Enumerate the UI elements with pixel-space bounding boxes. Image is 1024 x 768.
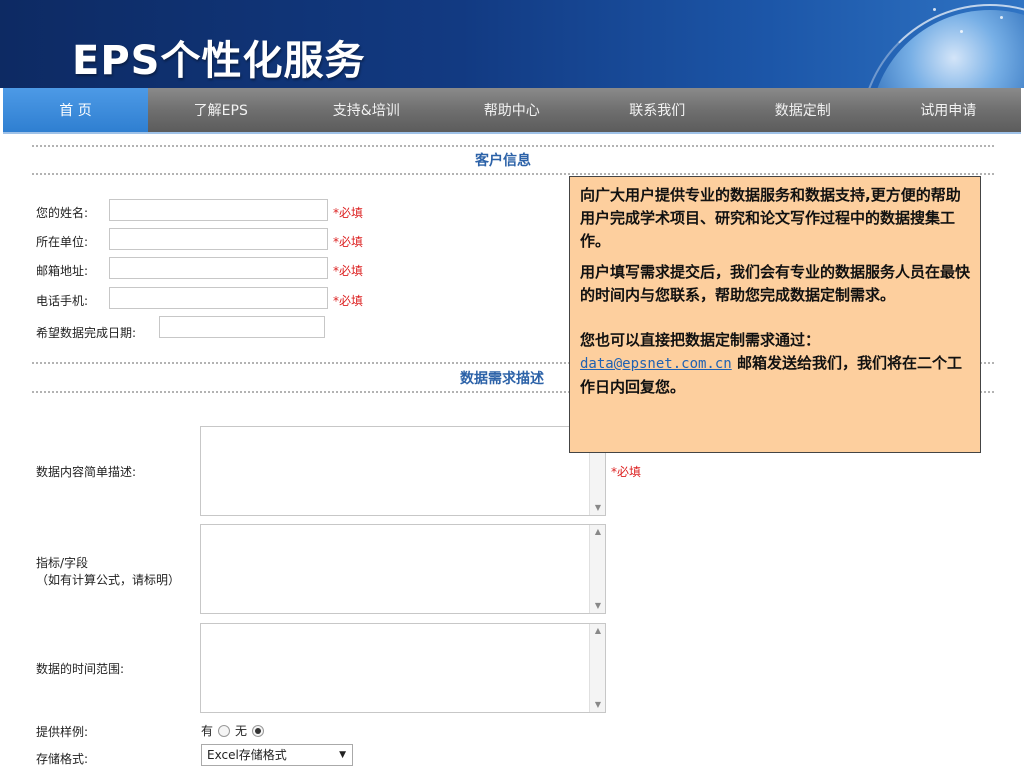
scroll-up-icon[interactable]: ▲ — [590, 525, 606, 539]
name-input[interactable] — [109, 199, 328, 221]
due-date-label: 希望数据完成日期: — [36, 326, 137, 340]
nav-item-help[interactable]: 帮助中心 — [439, 88, 585, 132]
info-paragraph: 您也可以直接把数据定制需求通过： data@epsnet.com.cn 邮箱发送… — [580, 329, 970, 399]
nav-item-about[interactable]: 了解EPS — [148, 88, 294, 132]
required-mark: *必填 — [333, 294, 364, 308]
nav-item-support[interactable]: 支持&培训 — [294, 88, 440, 132]
scroll-up-icon[interactable]: ▲ — [590, 624, 606, 638]
nav-item-custom-data[interactable]: 数据定制 — [730, 88, 876, 132]
required-mark: *必填 — [333, 206, 364, 220]
section-divider — [32, 145, 994, 147]
info-paragraph: 向广大用户提供专业的数据服务和数据支持,更方便的帮助用户完成学术项目、研究和论文… — [580, 186, 961, 250]
info-box: 向广大用户提供专业的数据服务和数据支持,更方便的帮助用户完成学术项目、研究和论文… — [569, 176, 981, 453]
star-decoration — [933, 8, 936, 11]
email-link[interactable]: data@epsnet.com.cn — [580, 356, 732, 372]
chevron-down-icon: ▼ — [339, 750, 346, 760]
storage-format-value: Excel存储格式 — [207, 748, 287, 762]
required-mark: *必填 — [333, 264, 364, 278]
header-banner: EPS个性化服务 — [0, 0, 1024, 88]
nav-item-home[interactable]: 首 页 — [3, 88, 148, 132]
time-range-label: 数据的时间范围: — [36, 662, 125, 676]
nav-item-trial[interactable]: 试用申请 — [876, 88, 1022, 132]
content-textarea[interactable]: ▲ ▼ — [200, 426, 606, 516]
phone-input[interactable] — [109, 287, 328, 309]
main-nav: 首 页 了解EPS 支持&培训 帮助中心 联系我们 数据定制 试用申请 — [3, 88, 1021, 134]
scroll-down-icon[interactable]: ▼ — [590, 599, 606, 613]
info-contact-prefix: 您也可以直接把数据定制需求通过： — [580, 331, 821, 349]
sample-no-label: 无 — [235, 724, 248, 738]
required-mark: *必填 — [611, 465, 642, 479]
sample-radio-group: 有 无 — [201, 722, 265, 739]
sample-no-radio[interactable] — [252, 724, 265, 737]
company-input[interactable] — [109, 228, 328, 250]
required-mark: *必填 — [333, 235, 364, 249]
content-label: 数据内容简单描述: — [36, 465, 137, 479]
star-decoration — [960, 30, 963, 33]
section-divider — [32, 173, 994, 175]
storage-label: 存储格式: — [36, 752, 89, 766]
scrollbar[interactable]: ▲ ▼ — [589, 525, 605, 613]
scrollbar[interactable]: ▲ ▼ — [589, 624, 605, 712]
page-title: EPS个性化服务 — [72, 38, 366, 84]
scroll-down-icon[interactable]: ▼ — [590, 501, 606, 515]
nav-item-contact[interactable]: 联系我们 — [585, 88, 731, 132]
indicator-label: 指标/字段 — [36, 556, 89, 570]
company-label: 所在单位: — [36, 235, 89, 249]
scroll-down-icon[interactable]: ▼ — [590, 698, 606, 712]
phone-label: 电话手机: — [36, 294, 89, 308]
indicator-textarea[interactable]: ▲ ▼ — [200, 524, 606, 614]
email-input[interactable] — [109, 257, 328, 279]
storage-format-select[interactable]: Excel存储格式 ▼ — [201, 744, 353, 766]
sample-yes-label: 有 — [201, 724, 214, 738]
star-decoration — [1000, 16, 1003, 19]
sample-yes-radio[interactable] — [218, 724, 231, 737]
info-paragraph: 用户填写需求提交后，我们会有专业的数据服务人员在最快的时间内与您联系，帮助您完成… — [580, 263, 971, 304]
section-title-customer: 客户信息 — [475, 153, 531, 169]
section-title-demand: 数据需求描述 — [460, 371, 544, 387]
email-label: 邮箱地址: — [36, 264, 89, 278]
indicator-note: （如有计算公式，请标明） — [36, 573, 181, 587]
due-date-input[interactable] — [159, 316, 325, 338]
sample-label: 提供样例: — [36, 725, 89, 739]
name-label: 您的姓名: — [36, 206, 89, 220]
time-range-textarea[interactable]: ▲ ▼ — [200, 623, 606, 713]
